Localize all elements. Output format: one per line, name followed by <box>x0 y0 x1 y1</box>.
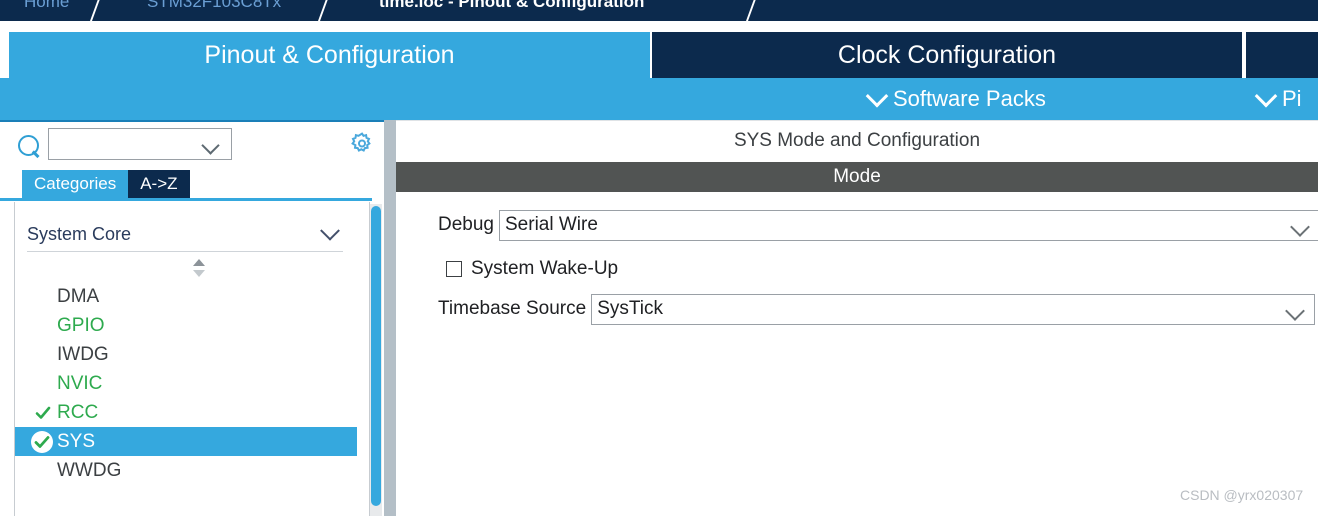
field-timebase-source: Timebase Source SysTick <box>438 293 1316 325</box>
chevron-down-icon <box>1254 84 1278 108</box>
chevron-down-icon <box>1285 300 1306 321</box>
tab-label: Categories <box>34 174 117 193</box>
field-system-wake-up[interactable]: System Wake-Up <box>446 256 618 282</box>
breadcrumb-separator <box>317 0 329 21</box>
tree-item-wwdg[interactable]: WWDG <box>15 456 369 485</box>
page-title: SYS Mode and Configuration <box>733 130 981 151</box>
breadcrumb-item-current: time.ioc - Pinout & Configuration <box>379 0 645 11</box>
tree-item-iwdg[interactable]: IWDG <box>15 340 369 369</box>
check-icon <box>35 405 51 421</box>
chevron-down-icon <box>201 136 220 155</box>
debug-select[interactable]: Serial Wire <box>499 209 1318 241</box>
check-circle-icon <box>31 431 53 453</box>
mode-section-label: Mode <box>833 166 881 187</box>
tab-categories[interactable]: Categories <box>22 170 129 198</box>
field-label-system-wake-up: System Wake-Up <box>471 258 619 279</box>
debug-select-value: Serial Wire <box>505 214 598 235</box>
breadcrumb-separator <box>745 0 757 21</box>
software-packs-menu[interactable]: Software Packs <box>865 78 1046 120</box>
component-tree: System Core DMA GPIO IWDG NVIC RCC SYS W… <box>14 202 370 516</box>
chevron-down-icon <box>320 220 340 241</box>
tree-group-system-core[interactable]: System Core <box>27 218 343 252</box>
tab-pinout-configuration[interactable]: Pinout & Configuration <box>9 32 650 78</box>
tab-a-to-z[interactable]: A->Z <box>128 170 190 198</box>
secondary-toolbar: Software Packs Pi <box>0 78 1318 120</box>
component-tree-panel: Categories A->Z System Core DMA GPIO IWD… <box>0 120 384 516</box>
tree-item-nvic[interactable]: NVIC <box>15 369 369 398</box>
tab-label: Clock Configuration <box>837 40 1057 69</box>
tree-item-label: NVIC <box>57 372 103 394</box>
timebase-source-select[interactable]: SysTick <box>591 293 1316 325</box>
tree-item-label: RCC <box>57 401 99 423</box>
breadcrumb-item-home[interactable]: Home <box>24 0 69 12</box>
tab-project-manager[interactable] <box>1246 32 1318 78</box>
breadcrumb-separator <box>89 0 101 21</box>
tree-item-label: IWDG <box>57 343 109 365</box>
breadcrumb: Home STM32F103C8Tx time.ioc - Pinout & C… <box>0 0 1318 21</box>
category-tab-bar: Categories A->Z <box>22 170 190 198</box>
watermark: CSDN @yrx020307 <box>1180 487 1304 503</box>
tree-item-gpio[interactable]: GPIO <box>15 311 369 340</box>
search-row <box>0 126 384 166</box>
chevron-down-icon <box>1290 216 1310 237</box>
main-tab-bar: Pinout & Configuration Clock Configurati… <box>0 27 1318 78</box>
panel-splitter[interactable] <box>384 120 396 516</box>
tree-item-list: DMA GPIO IWDG NVIC RCC SYS WWDG <box>15 282 369 485</box>
tree-underline <box>0 198 372 201</box>
tree-item-label: DMA <box>57 285 100 307</box>
stm32cubemx-window: Home STM32F103C8Tx time.ioc - Pinout & C… <box>0 0 1318 516</box>
breadcrumb-item-device[interactable]: STM32F103C8Tx <box>147 0 281 12</box>
search-icon <box>18 135 39 156</box>
configuration-panel: SYS Mode and Configuration Mode Debug Se… <box>396 120 1318 516</box>
tree-item-label: SYS <box>57 430 96 452</box>
tree-item-label: WWDG <box>57 459 122 481</box>
timebase-source-value: SysTick <box>597 298 663 319</box>
tree-item-sys[interactable]: SYS <box>15 427 357 456</box>
field-label-timebase-source: Timebase Source <box>438 298 587 319</box>
software-packs-label: Software Packs <box>893 86 1046 111</box>
tab-label: A->Z <box>140 174 178 193</box>
tree-item-label: GPIO <box>57 314 105 336</box>
chevron-down-icon <box>865 84 889 108</box>
search-input[interactable] <box>48 128 232 160</box>
field-label-debug: Debug <box>438 214 494 235</box>
tab-label: Pinout & Configuration <box>204 40 455 69</box>
tree-item-rcc[interactable]: RCC <box>15 398 369 427</box>
pinout-menu[interactable]: Pi <box>1254 78 1302 120</box>
tree-group-label: System Core <box>27 224 132 244</box>
tree-item-dma[interactable]: DMA <box>15 282 369 311</box>
pinout-menu-label: Pi <box>1282 86 1302 111</box>
field-debug: Debug Serial Wire <box>438 209 1318 241</box>
mode-section-header: Mode <box>396 162 1318 192</box>
sort-arrows-icon[interactable] <box>190 258 208 278</box>
gear-icon[interactable] <box>350 132 374 156</box>
tab-clock-configuration[interactable]: Clock Configuration <box>652 32 1242 78</box>
system-wake-up-checkbox[interactable] <box>446 261 462 277</box>
tree-scrollbar-thumb[interactable] <box>371 206 381 506</box>
